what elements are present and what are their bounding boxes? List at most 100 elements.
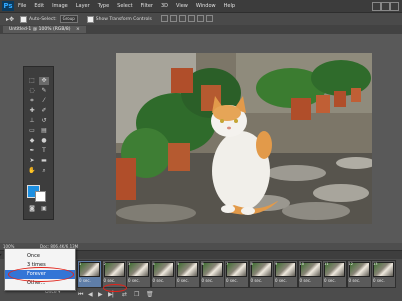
healing-brush-icon[interactable]: ✚ <box>27 107 37 115</box>
document-tab[interactable]: Untitled-1 @ 100% (RGB/8) × <box>3 26 86 33</box>
maximize-icon[interactable] <box>381 2 390 11</box>
timeline-frame[interactable]: 8 0 sec. <box>248 260 274 288</box>
timeline-frame[interactable]: 10 0 sec. <box>297 260 323 288</box>
close-tab-icon[interactable]: × <box>76 27 80 32</box>
frame-delay-select[interactable]: 0 sec. <box>79 278 91 283</box>
frame-delay-select[interactable]: 0 sec. <box>177 278 189 283</box>
align-middle-icon[interactable] <box>169 14 177 22</box>
frame-delay-select[interactable]: 0 sec. <box>349 278 361 283</box>
timeline-frame[interactable]: 7 0 sec. <box>224 260 249 288</box>
zoom-tool-icon[interactable]: ⌕ <box>39 167 49 175</box>
crop-tool-icon[interactable]: ⌗ <box>27 97 37 105</box>
prev-frame-icon[interactable]: ◀ <box>88 291 93 298</box>
gradient-tool-icon[interactable]: ▤ <box>39 127 49 135</box>
background-color-swatch[interactable] <box>35 191 46 202</box>
menu-edit[interactable]: Edit <box>34 3 44 9</box>
timeline-frame[interactable]: 9 0 sec. <box>273 260 298 288</box>
show-transform-label: Show Transform Controls <box>95 16 152 22</box>
duplicate-frame-icon[interactable]: ❐ <box>134 291 139 298</box>
timeline-frame[interactable]: 6 0 sec. <box>199 260 225 288</box>
menu-3d[interactable]: 3D <box>161 3 168 9</box>
frame-number: 3 <box>128 262 131 266</box>
frame-thumbnail <box>201 262 223 277</box>
menu-layer[interactable]: Layer <box>76 3 90 9</box>
frame-thumbnail <box>177 262 198 277</box>
frame-delay-select[interactable]: 0 sec. <box>373 278 385 283</box>
align-top-icon[interactable] <box>160 14 168 22</box>
frame-number: 13 <box>373 262 378 266</box>
loop-option-once[interactable]: ✔ Once <box>0 252 75 261</box>
frame-number: 9 <box>275 262 278 266</box>
photoshop-logo: Ps <box>2 1 14 11</box>
delete-frame-icon[interactable]: 🗑 <box>146 291 154 298</box>
frame-delay-select[interactable]: 0 sec. <box>128 278 140 283</box>
brush-tool-icon[interactable]: ✐ <box>39 107 49 115</box>
menu-help[interactable]: Help <box>224 3 235 9</box>
type-tool-icon[interactable]: T <box>39 147 49 155</box>
menu-image[interactable]: Image <box>52 3 68 9</box>
annotation-oval-forever <box>8 267 74 282</box>
document-tab-title: Untitled-1 @ 100% (RGB/8) <box>9 27 71 32</box>
timeline-frame[interactable]: 3 0 sec. <box>126 260 151 288</box>
screen-mode-icon[interactable]: ▣ <box>39 205 49 213</box>
menu-select[interactable]: Select <box>117 3 132 9</box>
blur-tool-icon[interactable]: ◆ <box>27 137 37 145</box>
history-brush-icon[interactable]: ↺ <box>39 117 49 125</box>
shape-tool-icon[interactable]: ▬ <box>39 157 49 165</box>
timeline-frame[interactable]: 12 0 sec. <box>346 260 372 288</box>
menu-window[interactable]: Window <box>196 3 216 9</box>
menu-view[interactable]: View <box>176 3 188 9</box>
quick-mask-icon[interactable]: ◙ <box>27 205 37 213</box>
minimize-icon[interactable] <box>372 2 381 11</box>
next-frame-icon[interactable]: ▶▏ <box>108 291 117 298</box>
marquee-tool-icon[interactable]: ⬚ <box>27 77 37 85</box>
timeline-frame[interactable]: 1 0 sec. <box>77 260 102 288</box>
lasso-tool-icon[interactable]: ◌ <box>27 87 37 95</box>
frame-delay-select[interactable]: 0 sec. <box>251 278 263 283</box>
quick-select-icon[interactable]: ✎ <box>39 87 49 95</box>
frame-delay-select[interactable]: 0 sec. <box>202 278 214 283</box>
frame-thumbnail <box>250 262 272 277</box>
frame-number: 10 <box>299 262 304 266</box>
align-center-icon[interactable] <box>196 14 204 22</box>
auto-select-label: Auto-Select: <box>29 16 57 22</box>
frame-delay-select[interactable]: 0 sec. <box>275 278 287 283</box>
timeline-frame[interactable]: 5 0 sec. <box>175 260 200 288</box>
frame-delay-select[interactable]: 0 sec. <box>324 278 336 283</box>
frame-delay-select[interactable]: 0 sec. <box>300 278 312 283</box>
close-icon[interactable] <box>390 2 399 11</box>
clone-stamp-icon[interactable]: ⊥ <box>27 117 37 125</box>
frame-delay-select[interactable]: 0 sec. <box>226 278 238 283</box>
frame-delay-select[interactable]: 0 sec. <box>104 278 116 283</box>
menu-type[interactable]: Type <box>98 3 109 9</box>
hand-tool-icon[interactable]: ✋ <box>27 167 37 175</box>
options-bar: ▸✥ Auto-Select: Group Show Transform Con… <box>0 12 402 26</box>
auto-select-checkbox[interactable] <box>20 15 28 23</box>
eyedropper-icon[interactable]: ⁄ <box>39 97 49 105</box>
menu-file[interactable]: File <box>18 3 26 9</box>
timeline-frame[interactable]: 11 0 sec. <box>322 260 347 288</box>
move-tool-icon[interactable]: ▸✥ <box>6 16 14 23</box>
timeline-frame[interactable]: 4 0 sec. <box>150 260 176 288</box>
move-tool-icon[interactable]: ✥ <box>39 77 49 85</box>
frame-delay-select[interactable]: 0 sec. <box>153 278 165 283</box>
show-transform-checkbox[interactable] <box>86 15 94 23</box>
canvas-image[interactable] <box>116 53 372 224</box>
align-bottom-icon[interactable] <box>178 14 186 22</box>
menu-filter[interactable]: Filter <box>141 3 153 9</box>
auto-select-dropdown[interactable]: Group <box>59 15 78 23</box>
pen-tool-icon[interactable]: ✒ <box>27 147 37 155</box>
path-select-icon[interactable]: ➤ <box>27 157 37 165</box>
first-frame-icon[interactable]: ⏮ <box>78 291 83 299</box>
frame-number: 1 <box>79 262 82 266</box>
frame-number: 2 <box>103 262 106 266</box>
dodge-tool-icon[interactable]: ● <box>39 137 49 145</box>
play-icon[interactable]: ▶ <box>98 291 103 298</box>
frame-number: 6 <box>201 262 204 266</box>
align-left-icon[interactable] <box>187 14 195 22</box>
frame-thumbnail <box>103 262 125 277</box>
eraser-tool-icon[interactable]: ▭ <box>27 127 37 135</box>
timeline-frame[interactable]: 13 0 sec. <box>371 260 396 288</box>
align-right-icon[interactable] <box>205 14 213 22</box>
tween-icon[interactable]: ⇄ <box>122 291 127 298</box>
